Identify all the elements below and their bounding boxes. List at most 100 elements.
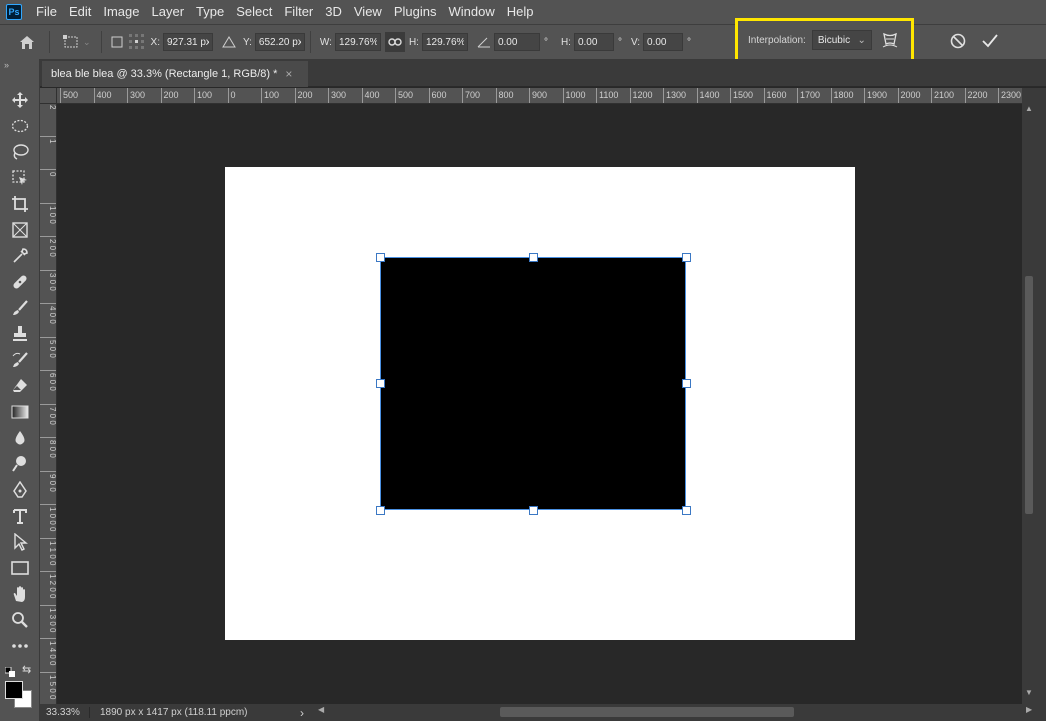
ruler-h-tick: 2100 xyxy=(931,88,954,103)
scroll-up-icon[interactable]: ▲ xyxy=(1025,104,1033,113)
ruler-h-tick: 500 xyxy=(395,88,413,103)
chevron-down-icon[interactable]: ⌄ xyxy=(83,37,91,48)
menu-edit[interactable]: Edit xyxy=(63,0,97,24)
object-selection-tool-icon[interactable] xyxy=(9,167,31,189)
menu-help[interactable]: Help xyxy=(501,0,540,24)
transform-tool-icon[interactable] xyxy=(61,32,81,52)
menu-image[interactable]: Image xyxy=(97,0,145,24)
swap-colors-icon[interactable]: ⇆ xyxy=(22,663,31,676)
reference-point-grid-icon[interactable] xyxy=(127,32,147,52)
ruler-h-tick: 100 xyxy=(261,88,279,103)
brush-tool-icon[interactable] xyxy=(9,297,31,319)
ruler-h-tick: 100 xyxy=(194,88,212,103)
rectangle-layer[interactable] xyxy=(380,257,686,510)
transform-handle-top[interactable] xyxy=(529,253,538,262)
eraser-tool-icon[interactable] xyxy=(9,375,31,397)
horizontal-ruler[interactable]: 500 400 300 200 100 0 100 200 300 400 500 600 700 800… xyxy=(57,88,1022,104)
transform-handle-right[interactable] xyxy=(682,379,691,388)
width-input[interactable] xyxy=(334,33,381,51)
menu-layer[interactable]: Layer xyxy=(146,0,191,24)
ruler-h-tick: 600 xyxy=(428,88,447,103)
h-label: H: xyxy=(408,36,419,48)
type-tool-icon[interactable] xyxy=(9,505,31,527)
menu-filter[interactable]: Filter xyxy=(278,0,319,24)
vertical-scroll-thumb[interactable] xyxy=(1025,276,1033,514)
ruler-v-tick: 6 0 0 xyxy=(40,370,56,403)
eyedropper-tool-icon[interactable] xyxy=(9,245,31,267)
document-canvas[interactable] xyxy=(225,167,855,640)
ruler-h-tick: 2000 xyxy=(897,88,921,103)
rotation-input[interactable] xyxy=(493,33,540,51)
healing-brush-tool-icon[interactable] xyxy=(9,271,31,293)
ruler-v-tick: 4 0 0 xyxy=(40,303,56,336)
crop-tool-icon[interactable] xyxy=(9,193,31,215)
hand-tool-icon[interactable] xyxy=(9,583,31,605)
rectangle-tool-icon[interactable] xyxy=(9,557,31,579)
lasso-tool-icon[interactable] xyxy=(9,141,31,163)
relative-position-icon[interactable] xyxy=(219,32,239,52)
x-position-input[interactable] xyxy=(163,33,213,51)
warp-mode-icon[interactable] xyxy=(880,30,900,50)
cancel-transform-button[interactable] xyxy=(948,31,968,51)
path-selection-tool-icon[interactable] xyxy=(9,531,31,553)
canvas-area[interactable] xyxy=(57,104,1022,704)
status-bar: 33.33% 1890 px x 1417 px (118.11 ppcm) ›… xyxy=(40,704,1046,721)
commit-transform-button[interactable] xyxy=(980,31,1000,51)
default-colors-icon[interactable] xyxy=(4,664,15,677)
zoom-tool-icon[interactable] xyxy=(9,609,31,631)
menu-select[interactable]: Select xyxy=(230,0,278,24)
scroll-left-icon[interactable]: ◀ xyxy=(318,705,324,714)
menu-view[interactable]: View xyxy=(348,0,388,24)
tools-panel: » ⇆ xyxy=(0,59,40,721)
scroll-right-icon[interactable]: ▶ xyxy=(1026,705,1032,714)
transform-handle-left[interactable] xyxy=(376,379,385,388)
zoom-level[interactable]: 33.33% xyxy=(40,707,90,718)
ruler-h-tick: 1800 xyxy=(830,88,854,103)
blur-tool-icon[interactable] xyxy=(9,427,31,449)
vertical-skew-input[interactable] xyxy=(643,33,684,51)
vertical-scrollbar[interactable]: ▲ ▼ xyxy=(1022,88,1046,704)
reference-point-checkbox[interactable] xyxy=(107,32,127,52)
menu-type[interactable]: Type xyxy=(190,0,230,24)
document-tab[interactable]: blea ble blea @ 33.3% (Rectangle 1, RGB/… xyxy=(42,61,308,87)
clone-stamp-tool-icon[interactable] xyxy=(9,323,31,345)
frame-tool-icon[interactable] xyxy=(9,219,31,241)
transform-handle-top-right[interactable] xyxy=(682,253,691,262)
horizontal-scroll-thumb[interactable] xyxy=(500,707,794,717)
collapse-panel-icon[interactable]: » xyxy=(4,60,9,70)
status-menu-arrow[interactable]: › xyxy=(300,706,304,720)
y-position-input[interactable] xyxy=(254,33,305,51)
marquee-tool-icon[interactable] xyxy=(9,115,31,137)
y-label: Y: xyxy=(243,36,252,48)
history-brush-tool-icon[interactable] xyxy=(9,349,31,371)
degree-symbol: ° xyxy=(687,36,692,48)
vertical-ruler[interactable]: 2101 0 02 0 03 0 04 0 05 0 06 0 07 0 08 … xyxy=(40,104,57,704)
ruler-h-tick: 1500 xyxy=(730,88,753,103)
gradient-tool-icon[interactable] xyxy=(9,401,31,423)
dodge-tool-icon[interactable] xyxy=(9,453,31,475)
horizontal-scrollbar[interactable]: ◀ ▶ xyxy=(318,705,1038,719)
menu-3d[interactable]: 3D xyxy=(319,0,348,24)
height-input[interactable] xyxy=(421,33,468,51)
menu-file[interactable]: File xyxy=(30,0,63,24)
menu-plugins[interactable]: Plugins xyxy=(388,0,443,24)
transform-handle-top-left[interactable] xyxy=(376,253,385,262)
transform-handle-bottom[interactable] xyxy=(529,506,538,515)
close-icon[interactable]: × xyxy=(285,67,292,81)
pen-tool-icon[interactable] xyxy=(9,479,31,501)
more-tools-icon[interactable] xyxy=(9,635,31,657)
ruler-h-tick: 1700 xyxy=(797,88,820,103)
link-icon[interactable] xyxy=(384,32,405,52)
menu-window[interactable]: Window xyxy=(442,0,500,24)
h-skew-label: H: xyxy=(560,36,571,48)
horizontal-skew-input[interactable] xyxy=(573,33,614,51)
interpolation-select[interactable]: Bicubic ⌄ xyxy=(811,30,872,50)
w-label: W: xyxy=(319,36,332,48)
home-icon[interactable] xyxy=(17,32,37,52)
scroll-down-icon[interactable]: ▼ xyxy=(1025,688,1033,697)
foreground-color-swatch[interactable] xyxy=(5,681,23,699)
ruler-origin[interactable] xyxy=(40,88,57,104)
transform-handle-bottom-left[interactable] xyxy=(376,506,385,515)
move-tool-icon[interactable] xyxy=(9,89,31,111)
transform-handle-bottom-right[interactable] xyxy=(682,506,691,515)
